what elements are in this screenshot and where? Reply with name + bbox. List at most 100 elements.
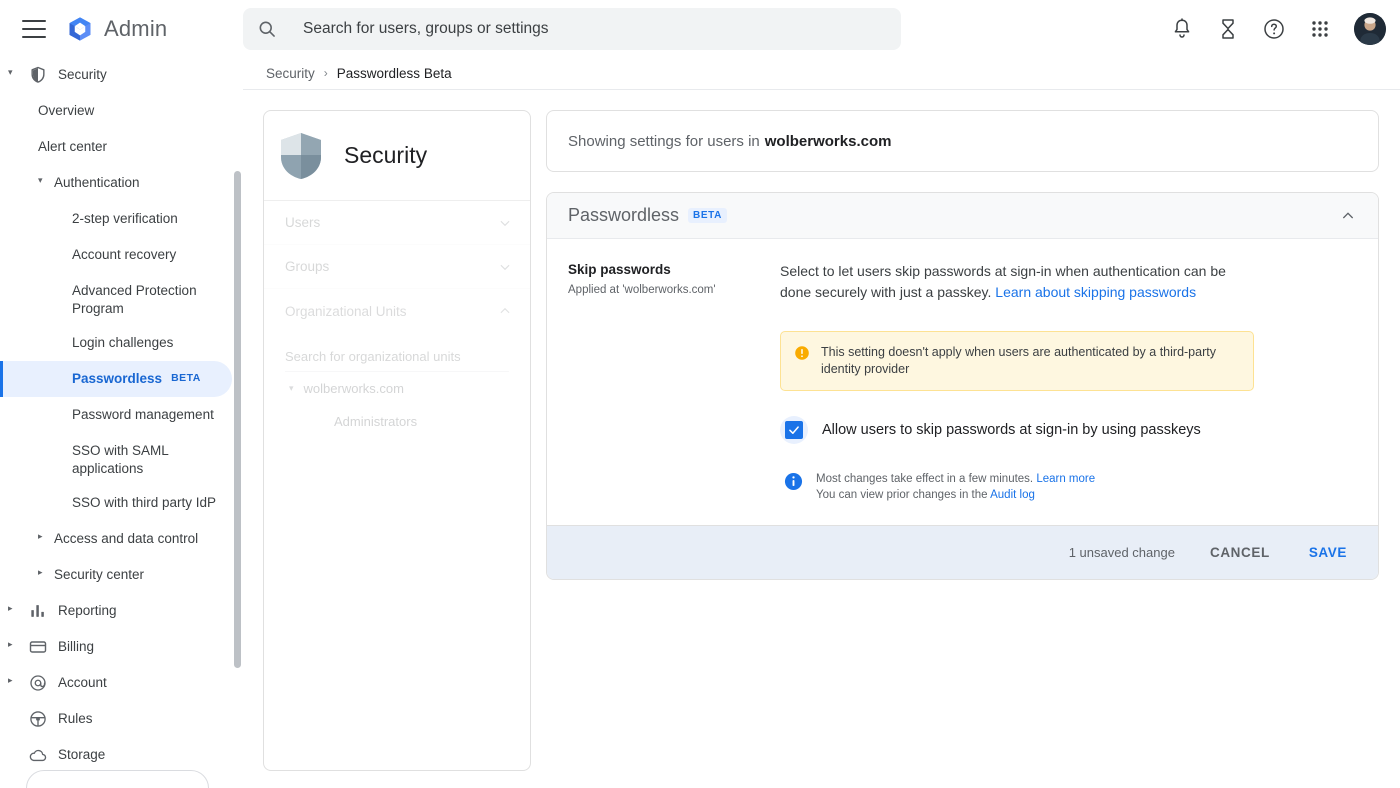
sidebar-label: Authentication [54,175,140,190]
sidebar-label: Account [58,675,107,690]
breadcrumb-parent-link[interactable]: Security [266,66,315,81]
sidebar-label: SSO with SAML applications [72,443,169,476]
allow-skip-passwords-checkbox[interactable] [785,421,803,439]
panel-title-group: Passwordless BETA [568,205,727,226]
brand-title: Admin [104,15,168,41]
info-note-text: Most changes take effect in a few minute… [816,471,1095,503]
chevron-up-icon[interactable] [1340,208,1356,224]
bar-chart-icon [31,605,44,617]
sidebar-item-account[interactable]: ▸ Account [0,665,243,701]
hourglass-icon[interactable] [1216,17,1240,41]
info-note: Most changes take effect in a few minute… [780,471,1356,503]
hamburger-menu-icon[interactable] [22,19,46,38]
sidebar-label: Billing [58,639,95,654]
sidebar-item-authentication[interactable]: ▾ Authentication [0,165,243,201]
checkbox-label: Allow users to skip passwords at sign-in… [822,422,1201,438]
warning-alert-icon [795,346,809,360]
warning-callout: This setting doesn't apply when users ar… [780,331,1254,391]
sidebar-item-security-center[interactable]: ▸ Security center [0,557,243,593]
sidebar-item-login-challenges[interactable]: Login challenges [0,325,243,361]
sidebar-item-2-step-verification[interactable]: 2-step verification [0,201,243,237]
user-avatar[interactable] [1354,12,1386,45]
sidebar-item-rules[interactable]: Rules [0,701,243,737]
scope-banner-prefix: Showing settings for users in [568,132,760,150]
sidebar-item-security[interactable]: ▾ Security [0,57,243,93]
cloud-icon [29,749,47,762]
chevron-down-icon [500,220,510,226]
setting-description: Select to let users skip passwords at si… [780,261,1250,303]
caret-right-icon: ▸ [8,603,13,613]
caret-down-icon: ▾ [38,175,43,185]
search-bar[interactable] [243,8,901,50]
learn-about-skipping-passwords-link[interactable]: Learn about skipping passwords [995,284,1196,300]
scope-section-users[interactable]: Users [264,201,530,245]
sidebar-label: Account recovery [72,247,177,262]
sidebar-item-billing[interactable]: ▸ Billing [0,629,243,665]
sidebar-label: Login challenges [72,335,174,350]
admin-brand-logo[interactable]: Admin [66,15,167,43]
ou-search-input[interactable]: Search for organizational units [285,349,509,372]
setting-applied-at: Applied at 'wolberworks.com' [568,284,716,296]
scope-section-organizational-units[interactable]: Organizational Units [264,289,530,333]
sidebar-bottom-pill[interactable] [26,770,209,788]
security-card-header: Security [264,111,530,201]
sidebar-label: Alert center [38,139,108,154]
top-app-bar: Admin [0,0,1400,57]
steering-wheel-icon [30,711,46,727]
passwordless-settings-panel: Passwordless BETA Skip passwords Applied… [546,192,1379,580]
panel-body: Skip passwords Applied at 'wolberworks.c… [547,239,1378,525]
sidebar-label: SSO with third party IdP [72,495,217,510]
allow-skip-passwords-checkbox-row[interactable]: Allow users to skip passwords at sign-in… [780,416,1356,444]
sidebar-item-sso-with-saml-applications[interactable]: SSO with SAML applications [0,433,243,485]
panel-title: Passwordless [568,205,680,225]
setting-meta: Skip passwords Applied at 'wolberworks.c… [568,261,776,503]
help-question-icon[interactable] [1262,17,1286,41]
ou-tree-node-administrators[interactable]: Administrators [264,405,530,438]
breadcrumb-current: Passwordless Beta [336,65,452,81]
scope-section-label: Groups [285,259,330,274]
top-bar-actions [1170,0,1386,57]
caret-right-icon: ▸ [8,639,13,649]
sidebar-item-alert-center[interactable]: Alert center [0,129,243,165]
sidebar-item-advanced-protection-program[interactable]: Advanced Protection Program [0,273,243,325]
google-admin-hexagon-icon [69,16,91,41]
save-button[interactable]: SAVE [1305,539,1351,566]
search-input[interactable] [301,19,887,39]
info-line-1-text: Most changes take effect in a few minute… [816,473,1034,485]
sidebar-item-passwordless[interactable]: Passwordless BETA [0,361,232,397]
caret-right-icon: ▸ [8,675,13,685]
apps-grid-icon[interactable] [1308,17,1332,41]
sidebar-label: Reporting [58,603,117,618]
sidebar-label: Security center [54,567,145,582]
audit-log-link[interactable]: Audit log [990,489,1035,501]
checkmark-icon [789,426,799,434]
caret-right-icon: ▸ [38,567,43,577]
credit-card-icon [29,641,47,653]
caret-right-icon: ▸ [38,531,43,541]
sidebar-beta-badge: BETA [171,372,201,384]
sidebar-label: Advanced Protection Program [72,283,197,316]
scope-section-label: Organizational Units [285,303,407,319]
sidebar-item-storage[interactable]: Storage [0,737,243,773]
notifications-bell-icon[interactable] [1170,17,1194,41]
scope-section-groups[interactable]: Groups [264,245,530,289]
sidebar-item-password-management[interactable]: Password management [0,397,243,433]
info-line-2-text: You can view prior changes in the [816,489,988,501]
sidebar-item-account-recovery[interactable]: Account recovery [0,237,243,273]
ou-tree-node-root[interactable]: ▾ wolberworks.com [264,372,530,405]
panel-header[interactable]: Passwordless BETA [547,193,1378,239]
sidebar-label: Storage [58,747,106,762]
sidebar-scrollbar[interactable] [234,171,241,668]
sidebar-item-sso-with-third-party-idp[interactable]: SSO with third party IdP [0,485,243,521]
sidebar-item-reporting[interactable]: ▸ Reporting [0,593,243,629]
sidebar-item-overview[interactable]: Overview [0,93,243,129]
panel-footer-actions: 1 unsaved change CANCEL SAVE [547,525,1378,579]
security-shield-badge [281,132,321,179]
sidebar-label: Rules [58,711,93,726]
learn-more-link[interactable]: Learn more [1036,473,1095,485]
cancel-button[interactable]: CANCEL [1206,539,1274,566]
at-sign-icon [30,675,46,691]
setting-content: Select to let users skip passwords at si… [776,261,1356,503]
sidebar-item-access-and-data-control[interactable]: ▸ Access and data control [0,521,243,557]
chevron-down-icon [500,264,510,270]
